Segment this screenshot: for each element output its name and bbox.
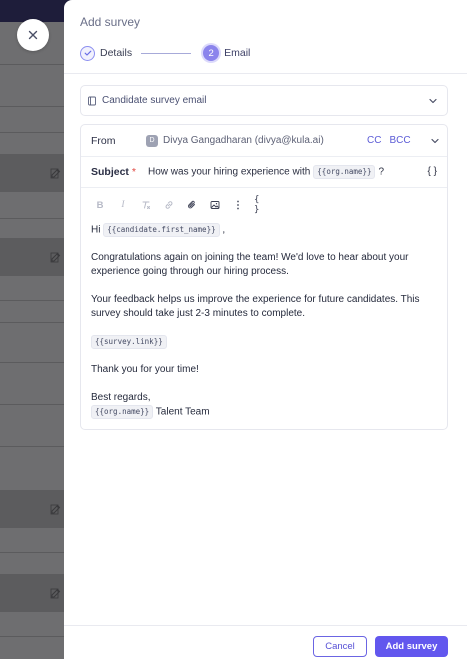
more-icon[interactable]: ⋮ [231,198,245,212]
step-connector [141,52,192,54]
insert-variable-button[interactable]: { } [428,166,437,177]
attachment-icon[interactable] [185,198,199,212]
email-template-value: Candidate survey email [102,95,207,106]
from-label: From [91,134,116,147]
step-details-label: Details [100,47,133,59]
link-icon[interactable] [162,198,176,212]
body-thanks: Thank you for your time! [91,364,199,375]
variable-chip: {{org.name}} [313,165,376,179]
bold-icon[interactable]: B [93,198,107,212]
edit-icon [50,251,62,263]
variable-chip: {{org.name}} [91,405,154,419]
backdrop-divider [0,362,64,363]
step-email-number: 2 [203,45,220,61]
add-survey-drawer: Add survey Details 2 Email Candidate sur… [64,0,467,659]
edit-icon [50,587,62,599]
backdrop-divider [0,132,64,133]
email-template-select[interactable]: Candidate survey email [80,85,448,116]
body-paragraph: Congratulations again on joining the tea… [91,252,409,277]
body-signoff: Best regards, [91,392,151,403]
backdrop-divider [0,322,64,323]
step-details[interactable]: Details [80,45,133,61]
backdrop-divider [0,404,64,405]
document-icon [87,96,97,106]
variable-icon[interactable]: { } [254,195,268,215]
backdrop-divider [0,636,64,637]
subject-label: Subject * [91,166,136,178]
variable-chip: {{candidate.first_name}} [103,223,220,237]
body-signature: {{org.name}} Talent Team [91,405,431,420]
formatting-toolbar: B I ⋮ { } [93,195,277,215]
sender-select[interactable]: Divya Gangadharan (divya@kula.ai) [163,135,367,146]
chevron-down-icon[interactable] [430,136,440,146]
body-greeting: Hi {{candidate.first_name}} , [91,223,226,237]
from-row: From D Divya Gangadharan (divya@kula.ai)… [81,125,447,157]
backdrop-divider [0,218,64,219]
stepper: Details 2 Email [80,44,250,62]
image-icon[interactable] [208,198,222,212]
subject-row: Subject * How was your hiring experience… [81,157,447,188]
cc-button[interactable]: CC [367,135,381,146]
chevron-down-icon [428,96,438,106]
close-drawer-button[interactable] [17,19,49,51]
drawer-title: Add survey [80,15,141,29]
backdrop-divider [0,106,64,107]
backdrop-divider [0,300,64,301]
backdrop-divider [0,446,64,447]
bcc-button[interactable]: BCC [389,135,410,146]
header-divider [64,73,467,74]
variable-chip: {{survey.link}} [91,335,167,349]
step-email[interactable]: 2 Email [203,45,250,61]
backdrop-divider [0,552,64,553]
step-email-label: Email [224,47,251,59]
edit-icon [50,167,62,179]
backdrop-divider [0,64,64,65]
body-survey-link: {{survey.link}} [91,335,431,350]
required-marker: * [131,166,136,178]
footer-divider [64,625,467,626]
edit-icon [50,503,62,515]
close-icon [28,30,38,40]
italic-icon[interactable]: I [116,198,130,212]
subject-input[interactable]: How was your hiring experience with {{org… [148,165,384,179]
body-paragraph: Your feedback helps us improve the exper… [91,294,420,319]
avatar: D [146,134,158,147]
clear-format-icon[interactable] [139,198,153,212]
check-icon [80,45,95,61]
add-survey-button[interactable]: Add survey [375,636,448,657]
email-composer: From D Divya Gangadharan (divya@kula.ai)… [80,124,448,430]
cancel-button[interactable]: Cancel [313,636,367,657]
